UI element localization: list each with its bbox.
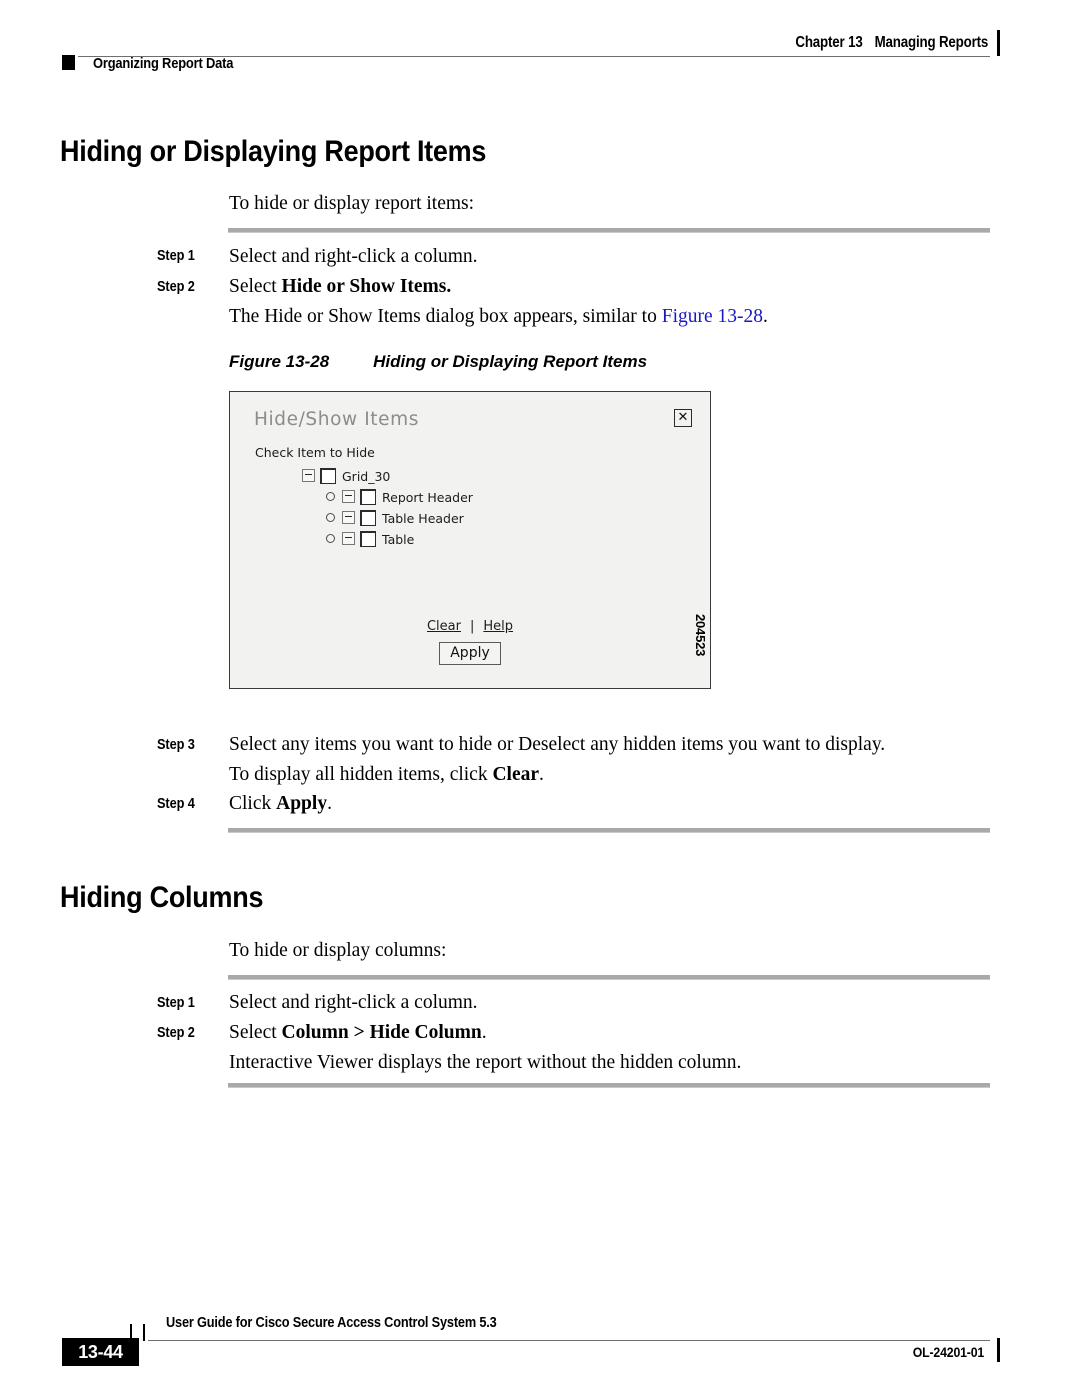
step-label-1a: Step 1 [157, 248, 195, 264]
help-link[interactable]: Help [483, 619, 513, 634]
clear-link[interactable]: Clear [427, 619, 461, 634]
checkbox-grid-30[interactable] [320, 467, 336, 484]
step-text-4-post: . [327, 793, 332, 814]
figure-image-hide-show-items: Hide/Show Items ✕ Check Item to Hide Gri… [229, 391, 713, 691]
section-divider-top-2 [228, 975, 990, 980]
footer-rule [148, 1340, 990, 1341]
step-label-2a: Step 1 [157, 995, 195, 1011]
step-text-3: Select any items you want to hide or Des… [229, 734, 886, 755]
intro-text-hiding-columns: To hide or display columns: [229, 940, 447, 961]
header-chapter-number: Chapter 13 [795, 34, 863, 51]
step-text-2a-plain: Select and right-click a column. [229, 992, 478, 1013]
bullet-circle-icon [326, 492, 335, 501]
intro-text-hiding-report-items: To hide or display report items: [229, 193, 475, 214]
closing-text-hiding-columns: Interactive Viewer displays the report w… [229, 1052, 742, 1073]
figure-reference-line: The Hide or Show Items dialog box appear… [229, 305, 768, 329]
step-text-1a-plain: Select and right-click a column. [229, 246, 478, 267]
step-text-1b: Select Hide or Show Items. [229, 275, 451, 299]
tree-item-grid-30[interactable]: Grid_30 [230, 467, 710, 489]
bullet-circle-icon [326, 513, 335, 522]
step-label-2b: Step 2 [157, 1025, 195, 1041]
step-text-4-bold: Apply [276, 793, 328, 814]
tree-item-label: Grid_30 [342, 469, 391, 484]
step-3-note-bold: Clear [492, 764, 540, 785]
page-footer: User Guide for Cisco Secure Access Contr… [0, 1277, 1080, 1397]
hide-show-items-dialog: Hide/Show Items ✕ Check Item to Hide Gri… [229, 391, 711, 689]
expander-minus-icon[interactable] [342, 490, 355, 503]
tree-item-table-header[interactable]: Table Header [230, 509, 710, 531]
expander-minus-icon[interactable] [302, 469, 315, 482]
step-3-note-post: . [539, 764, 544, 785]
checkbox-report-header[interactable] [360, 488, 376, 505]
tree-item-label: Report Header [382, 490, 473, 505]
figure-caption-title: Hiding or Displaying Report Items [373, 352, 648, 371]
footer-tick-right [997, 1338, 1000, 1362]
header-right-tick [997, 30, 1000, 56]
page-title-hiding-report-items: Hiding or Displaying Report Items [60, 135, 487, 168]
header-chapter: Chapter 13 Managing Reports [795, 34, 988, 52]
link-separator: | [469, 619, 475, 634]
step-text-1a: Select and right-click a column. [229, 245, 478, 269]
hide-show-tree: Grid_30 Report Header Table Header Table [230, 467, 710, 552]
figure-caption-number: Figure 13-28 [229, 352, 330, 371]
page-header: Chapter 13 Managing Reports Organizing Re… [0, 0, 1080, 80]
step-text-4: Click Apply. [229, 792, 332, 816]
tree-item-label: Table Header [382, 511, 464, 526]
header-chapter-title: Managing Reports [874, 34, 988, 51]
step-text-1b-plain: Select [229, 276, 282, 297]
step-label-4: Step 4 [157, 796, 195, 812]
close-x-icon[interactable]: ✕ [674, 409, 692, 427]
footer-document-id: OL-24201-01 [912, 1344, 985, 1360]
step-label-1b: Step 2 [157, 279, 195, 295]
expander-minus-icon[interactable] [342, 532, 355, 545]
apply-button[interactable]: Apply [439, 642, 501, 665]
step-3-note-pre: To display all hidden items, click [229, 764, 493, 785]
step-text-1b-bold: Hide or Show Items. [281, 276, 452, 297]
step-text-4-pre: Click [229, 793, 277, 814]
step-text-2b-plain: Select [229, 1022, 282, 1043]
footer-tick-left-b [143, 1324, 145, 1341]
header-square-bullet-icon [62, 55, 75, 70]
figure-caption: Figure 13-28 Hiding or Displaying Report … [229, 352, 647, 372]
checkbox-table-header[interactable] [360, 509, 376, 526]
step-3-note: To display all hidden items, click Clear… [229, 763, 544, 787]
dialog-links: Clear | Help [230, 619, 710, 634]
figure-art-id: 204523 [693, 614, 708, 657]
header-section-label: Organizing Report Data [93, 55, 234, 72]
tree-item-table[interactable]: Table [230, 530, 710, 552]
section-divider-top-1 [228, 228, 990, 233]
step-text-2b-post: . [481, 1022, 487, 1043]
dialog-instruction-label: Check Item to Hide [255, 445, 375, 460]
step-text-2a: Select and right-click a column. [229, 991, 478, 1015]
bullet-circle-icon [326, 534, 335, 543]
section-divider-bottom-1 [228, 828, 990, 833]
section-divider-bottom-2 [228, 1083, 990, 1088]
step-text-2b: Select Column > Hide Column. [229, 1021, 487, 1045]
step-text-2b-bold: Column > Hide Column [281, 1022, 482, 1043]
step-label-3: Step 3 [157, 737, 195, 753]
figure-reference-pre: The Hide or Show Items dialog box appear… [229, 306, 662, 327]
footer-guide-title: User Guide for Cisco Secure Access Contr… [166, 1315, 497, 1331]
figure-cross-reference-link[interactable]: Figure 13-28 [662, 306, 763, 327]
footer-page-number: 13-44 [62, 1338, 139, 1366]
dialog-title: Hide/Show Items [254, 409, 419, 430]
expander-minus-icon[interactable] [342, 511, 355, 524]
tree-item-label: Table [382, 532, 415, 547]
checkbox-table[interactable] [360, 530, 376, 547]
page-title-hiding-columns: Hiding Columns [60, 881, 264, 914]
figure-reference-post: . [763, 306, 768, 327]
tree-item-report-header[interactable]: Report Header [230, 488, 710, 510]
